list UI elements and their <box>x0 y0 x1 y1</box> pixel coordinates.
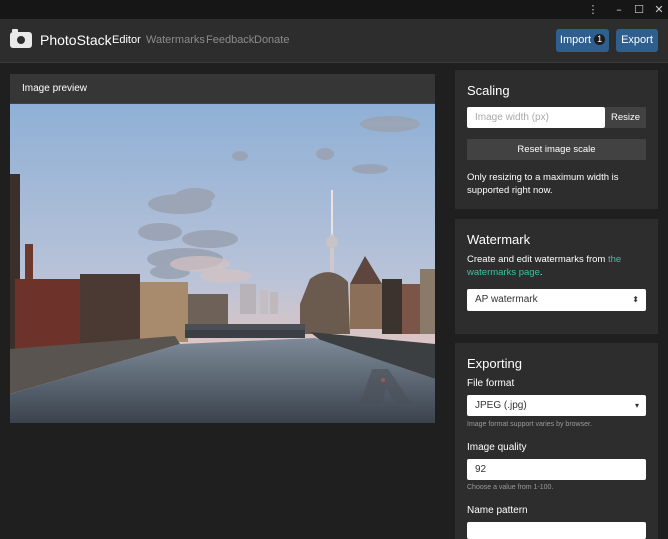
watermark-title: Watermark <box>467 232 531 247</box>
nav-feedback[interactable]: Feedback <box>206 34 254 46</box>
export-button[interactable]: Export <box>616 29 658 52</box>
resize-button[interactable]: Resize <box>605 107 646 128</box>
scaling-note: Only resizing to a maximum width is supp… <box>467 172 619 196</box>
image-width-input[interactable]: Image width (px) <box>467 107 605 128</box>
exporting-title: Exporting <box>467 356 522 371</box>
image-quality-hint: Choose a value from 1-100. <box>467 484 554 491</box>
file-format-label: File format <box>467 378 515 389</box>
chevron-down-icon: ▾ <box>634 401 639 410</box>
name-pattern-input[interactable] <box>467 522 646 539</box>
watermark-panel: Watermark Create and edit watermarks fro… <box>455 219 658 334</box>
close-icon[interactable]: ✕ <box>650 1 668 18</box>
watermark-desc-prefix: Create and edit watermarks from <box>467 254 608 265</box>
select-updown-icon: ⬍ <box>632 295 639 304</box>
camera-logo-icon <box>10 29 32 48</box>
nav-editor[interactable]: Editor <box>112 34 141 46</box>
minimize-icon[interactable]: – <box>610 1 628 18</box>
kebab-menu-icon[interactable]: ⋮ <box>584 1 602 18</box>
exporting-panel: Exporting File format JPEG (.jpg) ▾ Imag… <box>455 343 658 539</box>
scaling-panel: Scaling Image width (px) Resize Reset im… <box>455 70 658 209</box>
watermark-desc-suffix: . <box>539 267 543 278</box>
preview-title: Image preview <box>10 74 435 104</box>
reset-scale-button[interactable]: Reset image scale <box>467 139 646 160</box>
watermark-select[interactable]: AP watermark ⬍ <box>467 289 646 311</box>
maximize-icon[interactable]: ☐ <box>630 1 648 18</box>
scaling-title: Scaling <box>467 83 510 98</box>
preview-photo <box>10 104 435 423</box>
file-format-hint: Image format support varies by browser. <box>467 421 592 428</box>
brand-name: PhotoStack <box>40 32 112 48</box>
import-button[interactable]: Import 1 <box>556 29 609 52</box>
file-format-select[interactable]: JPEG (.jpg) ▾ <box>467 395 646 416</box>
image-preview-panel: Image preview <box>10 74 435 423</box>
watermark-description: Create and edit watermarks from the wate… <box>467 253 647 279</box>
name-pattern-label: Name pattern <box>467 505 528 516</box>
nav-donate[interactable]: Donate <box>254 34 289 46</box>
window-titlebar: ⋮ – ☐ ✕ <box>0 0 668 19</box>
import-count-badge: 1 <box>594 34 606 45</box>
image-quality-label: Image quality <box>467 442 527 453</box>
import-label: Import <box>559 34 592 46</box>
nav-watermarks[interactable]: Watermarks <box>146 34 205 46</box>
app-header: PhotoStack Editor Watermarks Feedback Do… <box>0 19 668 63</box>
file-format-value: JPEG (.jpg) <box>475 400 527 411</box>
watermark-selected: AP watermark <box>475 294 538 305</box>
image-quality-input[interactable]: 92 <box>467 459 646 480</box>
